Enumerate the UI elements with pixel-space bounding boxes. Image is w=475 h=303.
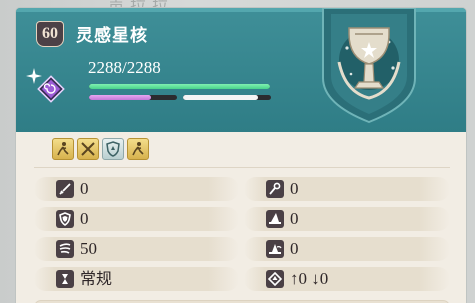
sprint-figure-icon — [57, 142, 69, 156]
crossed-swords-icon — [81, 142, 95, 156]
item-detail-card: 60 灵感星核 2288/2288 0 0 50 常规 0 0 0 ↑0 ↓0 — [16, 8, 466, 303]
sword-icon — [56, 180, 74, 198]
speed-value: 50 — [80, 239, 97, 258]
skill-list — [52, 138, 149, 160]
wind-wing-icon — [56, 240, 74, 258]
mana-bar-fill — [89, 95, 151, 100]
stat-speed: 50 — [34, 237, 239, 261]
stat-shift: ↑0 ↓0 — [244, 267, 450, 291]
skill-slot-1[interactable] — [52, 138, 74, 160]
spiral-element-icon — [37, 75, 65, 103]
magic-attack-value: 0 — [290, 179, 299, 198]
diamond-arrow-icon — [266, 270, 284, 288]
chalice-emblem-icon — [322, 8, 416, 124]
stat-magic-speed: 0 — [244, 237, 450, 261]
mana-bar — [89, 95, 177, 100]
level-badge: 60 — [36, 21, 64, 47]
hp-bar-fill — [89, 84, 270, 89]
stat-type: 常规 — [34, 267, 239, 291]
item-name: 灵感星核 — [76, 26, 148, 46]
stat-attack: 0 — [34, 177, 239, 201]
sprint-figure-icon — [132, 142, 144, 156]
hourglass-icon — [56, 270, 74, 288]
defense-value: 0 — [80, 209, 89, 228]
energy-bar-fill — [183, 95, 258, 100]
stat-defense: 0 — [34, 207, 239, 231]
type-value: 常规 — [80, 269, 113, 288]
stat-magic-attack: 0 — [244, 177, 450, 201]
magic-defense-value: 0 — [290, 209, 299, 228]
shield-icon — [56, 210, 74, 228]
wizard-hat-icon — [266, 210, 284, 228]
winged-hat-icon — [266, 240, 284, 258]
skill-slot-3[interactable] — [102, 138, 124, 160]
divider — [34, 167, 450, 168]
skill-slot-4[interactable] — [127, 138, 149, 160]
shift-value: ↑0 ↓0 — [290, 269, 329, 288]
energy-bar — [183, 95, 271, 100]
shield-rune-icon — [106, 141, 120, 157]
magic-speed-value: 0 — [290, 239, 299, 258]
hp-bar — [89, 84, 270, 89]
hp-value: 2288/2288 — [88, 58, 161, 77]
magic-staff-icon — [266, 180, 284, 198]
skill-slot-2[interactable] — [77, 138, 99, 160]
stat-magic-defense: 0 — [244, 207, 450, 231]
attack-value: 0 — [80, 179, 89, 198]
card-header: 60 灵感星核 2288/2288 — [16, 8, 466, 132]
